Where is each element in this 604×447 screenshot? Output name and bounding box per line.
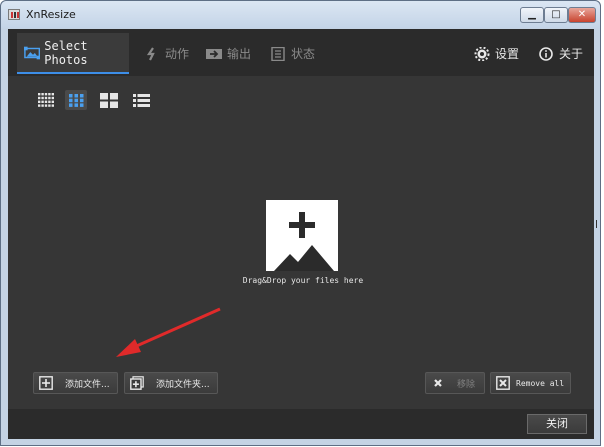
add-folder-label: 添加文件夹... xyxy=(156,379,210,390)
tab-bar: Select Photos 动作 输出 状态 设置 关于 xyxy=(8,29,594,75)
remove-button[interactable]: 移除 xyxy=(425,372,485,394)
tab-label: 动作 xyxy=(165,47,190,61)
add-folder-icon xyxy=(130,376,144,390)
add-file-icon xyxy=(39,376,53,390)
tab-label: Select Photos xyxy=(44,38,88,67)
small-grid-icon xyxy=(38,93,54,107)
add-files-label: 添加文件... xyxy=(65,379,110,390)
app-icon xyxy=(8,9,20,20)
add-files-button[interactable]: 添加文件... xyxy=(33,372,118,394)
tab-action[interactable]: 动作 xyxy=(136,33,189,74)
remove-all-icon xyxy=(496,376,510,390)
tab-select-photos[interactable]: Select Photos xyxy=(17,33,129,74)
maximize-button[interactable]: □ xyxy=(544,7,568,23)
photo-panel: Drag&Drop your files here 添加文件... 添加文件夹.… xyxy=(8,76,594,409)
tab-label: 状态 xyxy=(291,47,316,61)
tab-about[interactable]: 关于 xyxy=(530,33,583,74)
add-folder-button[interactable]: 添加文件夹... xyxy=(124,372,218,394)
drop-hint: Drag&Drop your files here xyxy=(242,276,364,285)
remove-all-label: Remove all xyxy=(516,378,565,388)
add-photo-icon xyxy=(274,212,334,271)
close-button[interactable]: 关闭 xyxy=(527,414,587,434)
info-icon xyxy=(539,46,553,61)
select-photos-icon xyxy=(24,46,41,59)
large-grid-icon xyxy=(100,92,118,108)
view-small-grid-button[interactable] xyxy=(35,90,57,110)
close-window-button[interactable]: ✕ xyxy=(568,7,596,23)
drop-zone[interactable] xyxy=(266,200,338,271)
gear-icon xyxy=(474,46,490,61)
view-medium-grid-button[interactable] xyxy=(65,90,87,110)
title-bar[interactable]: XnResize ▁ □ ✕ xyxy=(1,1,600,28)
medium-grid-icon xyxy=(68,93,83,107)
tab-label: 输出 xyxy=(227,47,252,61)
remove-icon xyxy=(434,379,442,387)
view-large-grid-button[interactable] xyxy=(98,90,120,110)
view-list-button[interactable] xyxy=(130,90,152,110)
tab-status[interactable]: 状态 xyxy=(262,33,315,74)
tab-label: 设置 xyxy=(495,47,520,61)
status-icon xyxy=(271,46,285,61)
action-icon xyxy=(146,46,155,60)
resize-grip[interactable] xyxy=(596,220,601,228)
output-icon xyxy=(206,48,222,59)
tab-label: 关于 xyxy=(559,47,584,61)
remove-all-button[interactable]: Remove all xyxy=(490,372,571,394)
client-area: Select Photos 动作 输出 状态 设置 关于 Drag&Drop y… xyxy=(8,29,594,439)
remove-label: 移除 xyxy=(457,379,476,390)
tab-output[interactable]: 输出 xyxy=(198,33,251,74)
window-title: XnResize xyxy=(26,8,76,21)
app-window: XnResize ▁ □ ✕ Select Photos 动作 输出 状态 设置… xyxy=(0,0,601,446)
tab-settings[interactable]: 设置 xyxy=(466,33,519,74)
minimize-button[interactable]: ▁ xyxy=(520,7,544,23)
list-icon xyxy=(132,93,150,107)
